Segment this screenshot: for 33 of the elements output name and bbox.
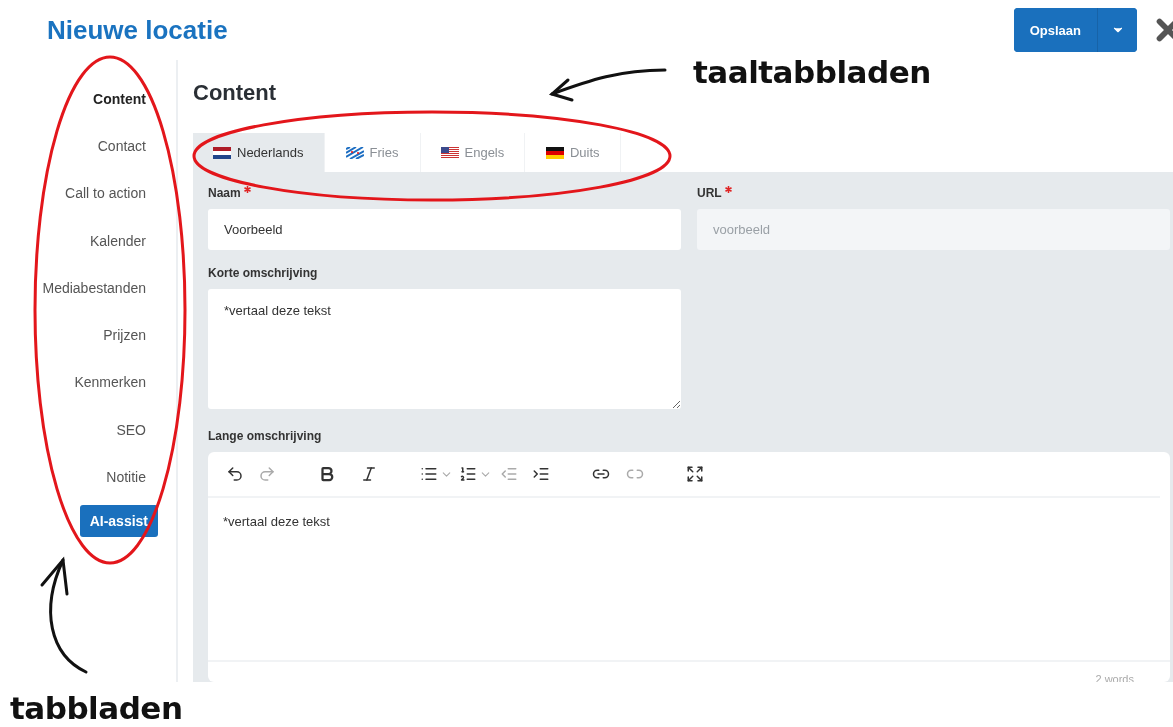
field-label: URL: [697, 186, 1170, 200]
annotation-label: taaltabbladen: [693, 54, 931, 90]
sidebar-tab[interactable]: Kenmerken: [74, 358, 146, 407]
sidebar-tab[interactable]: Notitie: [106, 453, 146, 501]
section-title: Content: [193, 78, 277, 107]
editor-text: *vertaal deze tekst: [222, 513, 331, 531]
indent-button[interactable]: [532, 465, 550, 483]
name-input[interactable]: Voorbeeld: [208, 209, 681, 250]
bullet-list-button[interactable]: [420, 465, 438, 483]
annotation-label: tabbladen: [10, 690, 183, 726]
ai-assist-button[interactable]: AI-assist: [79, 504, 158, 537]
italic-button[interactable]: [360, 465, 378, 483]
flag-icon: [213, 146, 231, 159]
short-description-textarea[interactable]: *vertaal deze tekst: [208, 289, 681, 409]
numbered-list-button[interactable]: [459, 465, 477, 483]
bold-button[interactable]: [318, 465, 336, 483]
flag-icon: [545, 146, 564, 159]
flag-icon: [440, 146, 459, 159]
flag-icon: [345, 146, 364, 159]
undo-button[interactable]: [226, 465, 244, 483]
field-label: Naam: [208, 186, 681, 200]
page-title: Nieuwe locatie: [47, 14, 229, 46]
field-label: Lange omschrijving: [208, 429, 323, 443]
sidebar-tab[interactable]: Content: [93, 75, 146, 123]
sidebar-tab[interactable]: SEO: [116, 406, 146, 454]
sidebar-tab[interactable]: Call to action: [65, 169, 146, 217]
sidebar-tab[interactable]: Kalender: [89, 216, 146, 265]
sidebar-tab[interactable]: Mediabestanden: [42, 264, 146, 312]
sidebar-tab[interactable]: Contact: [97, 122, 146, 170]
fullscreen-button[interactable]: [686, 465, 704, 483]
language-tab[interactable]: Nederlands: [193, 133, 325, 172]
sidebar-tab[interactable]: Prijzen: [103, 311, 146, 359]
field-label: Korte omschrijving: [208, 266, 319, 280]
